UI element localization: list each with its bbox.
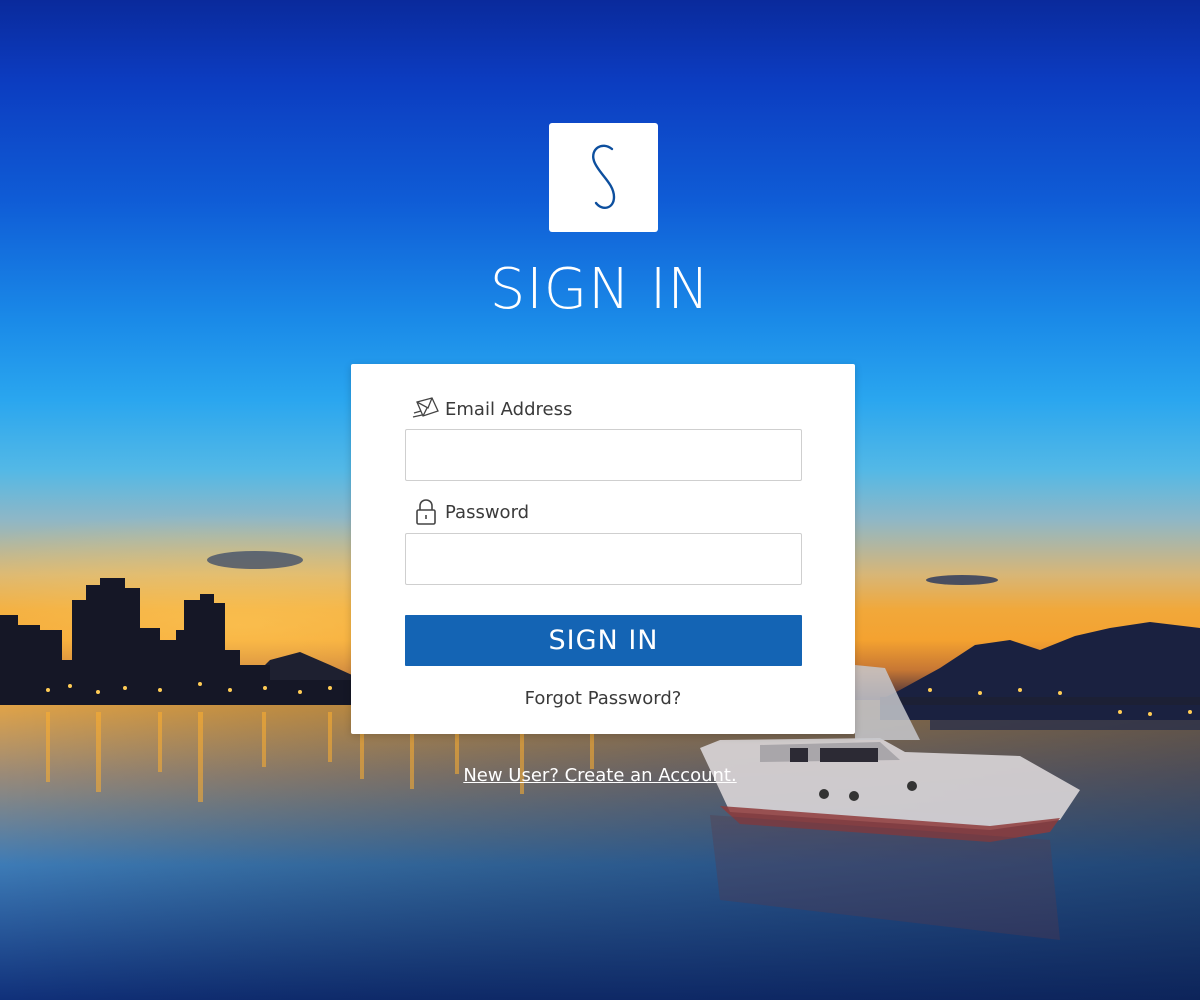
sign-in-card: Email Address Password SIGN IN Forgot Pa… [351, 364, 855, 734]
forgot-password-link[interactable]: Forgot Password? [351, 688, 855, 709]
login-screen: SIGN IN Email Address Password SIGN IN F… [0, 0, 1200, 1000]
sign-in-button[interactable]: SIGN IN [405, 615, 802, 666]
padlock-icon [411, 499, 441, 525]
page-title: SIGN IN [489, 257, 711, 322]
password-label-row: Password [411, 499, 529, 525]
stylized-s-logo-icon [591, 144, 615, 209]
password-field[interactable] [405, 533, 802, 585]
password-label: Password [445, 501, 530, 523]
email-label-row: Email Address [411, 396, 572, 422]
email-field[interactable] [405, 429, 802, 481]
email-label: Email Address [445, 398, 573, 420]
app-logo [549, 123, 658, 232]
envelope-icon [411, 396, 441, 422]
create-account-link[interactable]: New User? Create an Account. [0, 765, 1200, 786]
